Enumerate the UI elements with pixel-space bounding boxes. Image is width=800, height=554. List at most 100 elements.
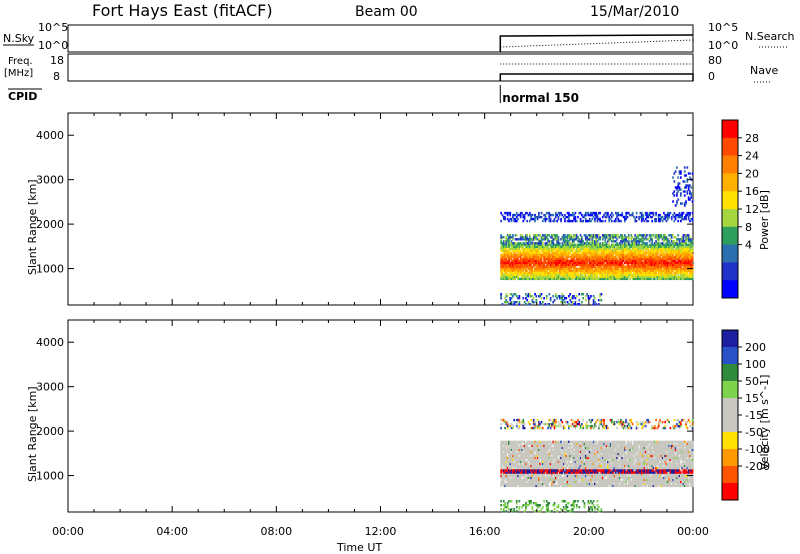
nsky-tick-bottom: 10^0 (38, 39, 68, 52)
echo-cell (548, 303, 551, 306)
echo-cell (679, 192, 682, 195)
echo-cell (691, 240, 694, 243)
echo-cell (500, 293, 502, 296)
echo-cell (549, 297, 552, 300)
echo-cell (554, 293, 557, 296)
freq-trace (499, 73, 694, 81)
echo-cell (506, 295, 509, 298)
echo-cell (683, 194, 686, 197)
echo-cell (582, 297, 585, 300)
echo-cell (672, 200, 674, 203)
echo-cell (532, 297, 535, 300)
echo-cell (689, 172, 691, 175)
echo-cell (676, 166, 678, 169)
echo-cell (610, 219, 613, 223)
echo-cell (543, 297, 545, 300)
echo-cell (541, 242, 544, 245)
echo-cell (515, 301, 518, 304)
echo-cell (635, 215, 638, 219)
freq-label-top: Freq. (8, 56, 33, 67)
echo-cell (689, 211, 691, 215)
echo-cell (574, 301, 577, 304)
freq-tick-bottom: 8 (53, 70, 60, 83)
nave-tick-top: 80 (708, 54, 722, 67)
echo-cell (553, 299, 556, 302)
echo-cell (504, 215, 506, 219)
echo-cell (545, 295, 548, 298)
echo-cell (540, 293, 543, 296)
echo-cell (590, 295, 592, 298)
echo-cell (595, 303, 598, 306)
rti-plot: Fort Hays East (fitACF) Beam 00 15/Mar/2… (0, 0, 800, 554)
echo-cell (599, 236, 601, 239)
echo-cell (515, 234, 518, 237)
echo-cell (540, 297, 543, 300)
freq-panel (67, 53, 694, 82)
echo-cell (673, 180, 676, 183)
echo-cell (679, 176, 682, 179)
power-y-label: Slant Range [km] (26, 179, 39, 275)
echo-cell (674, 170, 677, 173)
echo-cell (607, 211, 609, 215)
echo-cell (642, 213, 644, 217)
echo-cell (600, 293, 603, 296)
echo-cell (647, 219, 650, 223)
echo-cell (544, 303, 547, 306)
echo-cell (627, 234, 630, 237)
echo-cell (673, 194, 676, 197)
echo-cell (549, 217, 552, 221)
echo-cell (535, 295, 538, 298)
status-traces (499, 34, 694, 81)
echo-cell (500, 219, 502, 223)
echo-cell (574, 211, 577, 215)
echo-cell (600, 299, 603, 302)
echo-cell (683, 180, 686, 183)
echo-cell (683, 170, 686, 173)
echo-cell (545, 217, 548, 221)
echo-cell (685, 174, 687, 177)
echo-cell (577, 215, 579, 219)
echo-cell (501, 303, 504, 306)
echo-cell (594, 297, 596, 300)
y-tick-label: 2000 (36, 218, 64, 231)
echo-cell (679, 170, 682, 173)
echo-cell (672, 176, 674, 179)
echo-cell (578, 299, 581, 302)
echo-cell (531, 213, 534, 217)
echo-cell (519, 242, 522, 245)
echo-cell (518, 301, 521, 304)
velocity-echoes (500, 418, 694, 513)
echo-cell (599, 242, 601, 245)
echo-cell (604, 219, 607, 223)
echo-cell (635, 219, 638, 223)
echo-cell (685, 200, 687, 203)
echo-cell (601, 219, 604, 223)
freq-tick-top: 18 (50, 54, 64, 67)
echo-cell (582, 293, 585, 296)
echo-cell (681, 202, 683, 205)
y-tick-label: 3000 (36, 174, 64, 187)
echo-cell (683, 166, 686, 169)
echo-cell (616, 242, 618, 245)
power-panel: 1000200030004000 Slant Range [km] (26, 112, 694, 306)
echo-cell (646, 234, 648, 237)
echo-cell (517, 217, 519, 221)
nsearch-trace (500, 39, 694, 48)
echo-cell (525, 303, 527, 306)
echo-cell (691, 172, 694, 175)
nave-label: Nave (750, 64, 778, 77)
echo-cell (683, 190, 686, 193)
echo-cell (558, 242, 561, 245)
echo-cell (677, 219, 680, 223)
echo-cell (584, 299, 587, 302)
velocity-panel: 1000200030004000 Slant Range [km] (26, 319, 694, 513)
echo-cell (532, 301, 535, 304)
echo-cell (651, 219, 654, 223)
echo-cell (578, 303, 581, 306)
echo-cell (621, 211, 624, 215)
y-tick-label: 1000 (36, 263, 64, 276)
echo-cell (582, 219, 585, 223)
echo-cell (574, 215, 577, 219)
nave-tick-bottom: 0 (708, 70, 715, 83)
echo-cell (677, 198, 680, 201)
